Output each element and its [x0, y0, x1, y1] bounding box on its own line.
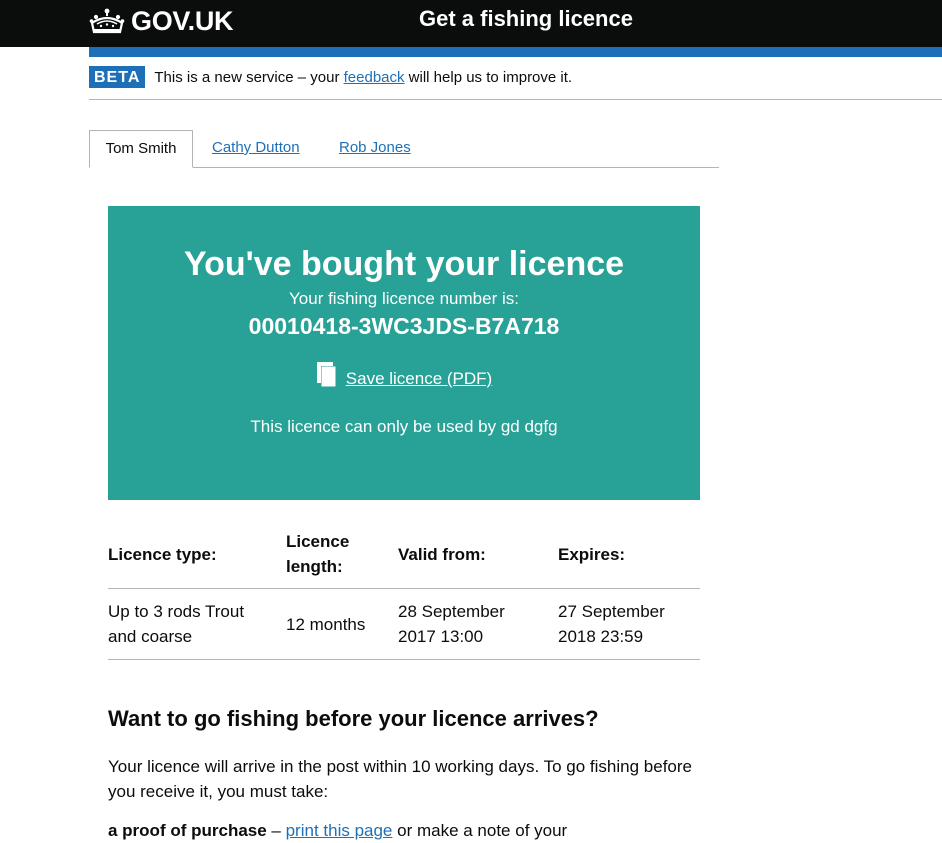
- column-header-valid-from: Valid from:: [398, 520, 558, 589]
- save-licence-row: Save licence (PDF): [108, 361, 700, 394]
- licence-holder-tabs: Tom Smith Cathy Dutton Rob Jones: [89, 130, 719, 168]
- document-icon: [316, 361, 338, 389]
- confirmation-panel: You've bought your licence Your fishing …: [108, 206, 700, 500]
- tab-tom-smith[interactable]: Tom Smith: [89, 130, 193, 168]
- feedback-link[interactable]: feedback: [344, 69, 405, 86]
- govuk-logo-text: GOV.UK: [131, 5, 234, 36]
- column-header-licence-type: Licence type:: [108, 520, 286, 589]
- cell-expires: 27 September 2018 23:59: [558, 588, 700, 660]
- tab-cathy-dutton[interactable]: Cathy Dutton: [212, 130, 300, 167]
- header-blue-bar: [89, 47, 942, 57]
- licence-number-label: Your fishing licence number is:: [289, 289, 519, 308]
- save-licence-pdf-link[interactable]: Save licence (PDF): [346, 369, 492, 389]
- cell-licence-type: Up to 3 rods Trout and coarse: [108, 588, 286, 660]
- cell-valid-from: 28 September 2017 13:00: [398, 588, 558, 660]
- phase-banner: BETA This is a new service – your feedba…: [89, 66, 942, 100]
- beta-tag: BETA: [89, 66, 146, 88]
- gov-header: GOV.UK Get a fishing licence: [0, 0, 942, 47]
- cell-licence-length: 12 months: [286, 588, 398, 660]
- phase-text-before: This is a new service – your: [154, 69, 344, 86]
- section-heading: Want to go fishing before your licence a…: [108, 706, 599, 731]
- phase-banner-text: This is a new service – your feedback wi…: [154, 66, 572, 89]
- section-body-text: Your licence will arrive in the post wit…: [108, 757, 692, 801]
- phase-text-after: will help us to improve it.: [404, 69, 573, 86]
- licence-holder-note: This licence can only be used by gd dgfg: [250, 417, 558, 436]
- service-name-link[interactable]: Get a fishing licence: [419, 6, 633, 32]
- column-header-expires: Expires:: [558, 520, 700, 589]
- licence-details-table: Licence type: Licence length: Valid from…: [108, 520, 700, 660]
- tab-rob-jones[interactable]: Rob Jones: [339, 130, 411, 167]
- panel-title: You've bought your licence: [183, 245, 625, 283]
- column-header-licence-length: Licence length:: [286, 520, 398, 589]
- table-header-row: Licence type: Licence length: Valid from…: [108, 520, 700, 589]
- govuk-logo-link[interactable]: GOV.UK: [89, 4, 234, 38]
- table-row: Up to 3 rods Trout and coarse 12 months …: [108, 588, 700, 660]
- crown-icon: [89, 7, 125, 35]
- licence-number: 00010418-3WC3JDS-B7A718: [248, 313, 560, 339]
